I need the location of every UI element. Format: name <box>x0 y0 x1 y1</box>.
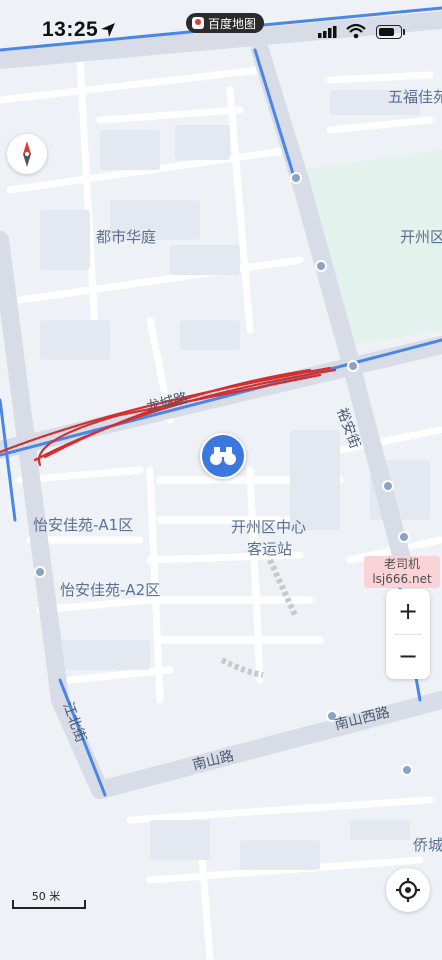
location-arrow-icon <box>101 23 115 37</box>
scale-bar: 50 米 <box>10 888 86 912</box>
place-label-bus-station-2: 客运站 <box>247 540 293 558</box>
zoom-in-button[interactable]: + <box>386 589 430 634</box>
place-label-kaizhou: 开州区 <box>400 228 442 246</box>
compass-button[interactable] <box>7 134 47 174</box>
compass-icon <box>23 141 31 167</box>
zoom-control: + − <box>386 589 430 679</box>
place-label-bus-station-1: 开州区中心 <box>231 518 307 536</box>
app-name: 百度地图 <box>208 16 257 31</box>
place-label-wufu-jiayuan: 五福佳苑 <box>388 88 442 106</box>
watermark-badge: 老司机 lsj666.net <box>364 556 440 588</box>
bus-station-poi[interactable] <box>200 433 246 479</box>
baidu-map-icon <box>192 17 204 29</box>
place-label-qiaocheng: 侨城 <box>413 836 442 854</box>
status-bar: 13:25 百度地图 <box>0 0 442 60</box>
watermark-line2: lsj666.net <box>372 572 432 586</box>
binoculars-icon <box>210 447 236 465</box>
zoom-out-button[interactable]: − <box>386 634 430 679</box>
zoom-divider <box>394 634 422 635</box>
place-label-dushi-huating: 都市华庭 <box>96 228 157 246</box>
watermark-line1: 老司机 <box>383 557 420 571</box>
status-time: 13:25 <box>42 18 99 41</box>
signal-icon <box>318 26 337 38</box>
scale-bar-line <box>12 900 86 909</box>
crosshair-icon <box>396 878 420 902</box>
wifi-icon <box>346 23 366 39</box>
locate-me-button[interactable] <box>386 868 430 912</box>
place-label-yian-a1: 怡安佳苑-A1区 <box>33 516 134 534</box>
place-label-yian-a2: 怡安佳苑-A2区 <box>60 581 161 599</box>
battery-icon <box>376 25 405 39</box>
back-to-app-pill[interactable]: 百度地图 <box>186 13 265 33</box>
